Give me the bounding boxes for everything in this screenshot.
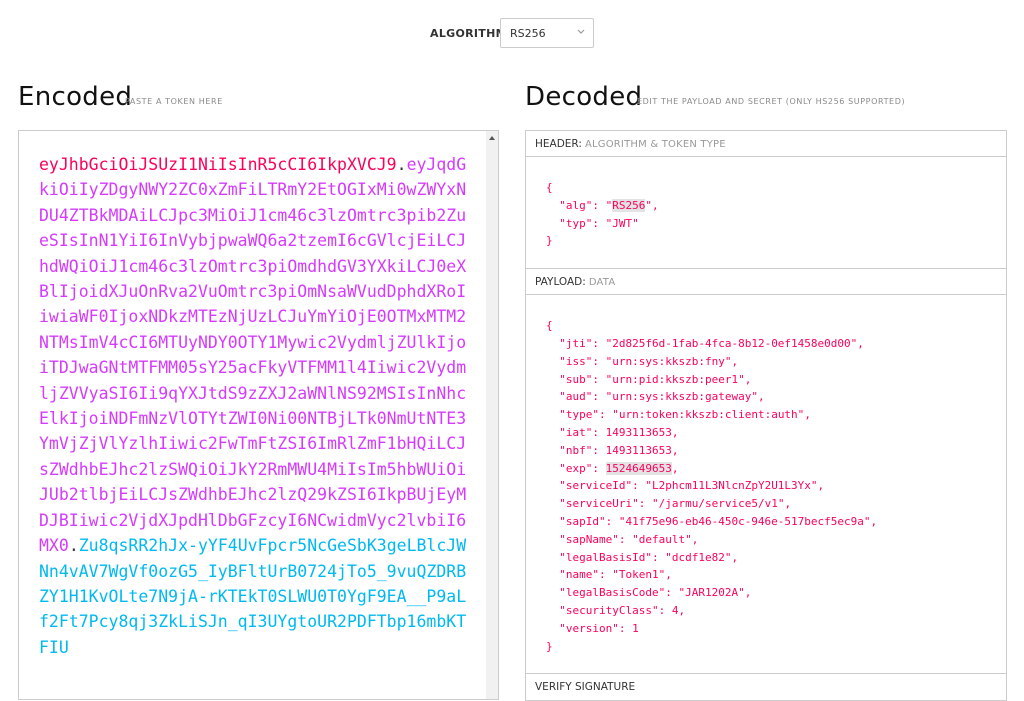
json-line: "securityClass": 4,	[559, 603, 686, 617]
json-line: "type": "urn:token:kkszb:client:auth",	[559, 408, 811, 422]
encoded-token-editor[interactable]: eyJhbGciOiJSUzI1NiIsInR5cCI6IkpXVCJ9.eyJ…	[18, 130, 499, 700]
encoded-token-text[interactable]: eyJhbGciOiJSUzI1NiIsInR5cCI6IkpXVCJ9.eyJ…	[39, 152, 467, 660]
json-open-brace: {	[546, 181, 553, 194]
json-line: "sub": "urn:pid:kkszb:peer1",	[559, 372, 752, 386]
json-line: "exp": 1524649653,	[559, 461, 679, 475]
verify-section-title: VERIFY SIGNATURE	[526, 674, 1006, 700]
json-line: "legalBasisCode": "JAR1202A",	[559, 586, 752, 600]
algorithm-selected-value: RS256	[510, 27, 546, 40]
payload-section-title: PAYLOAD: DATA	[526, 269, 1006, 296]
encoded-subtitle: PASTE A TOKEN HERE	[125, 97, 223, 106]
json-line: "nbf": 1493113653,	[559, 443, 679, 457]
json-line: "sapId": "41f75e96-eb46-450c-946e-517bec…	[559, 514, 878, 528]
chevron-down-icon	[577, 29, 585, 34]
verify-label: VERIFY SIGNATURE	[535, 681, 636, 694]
json-line-typ: "typ": "JWT"	[559, 216, 639, 230]
decoded-title: Decoded	[525, 82, 643, 112]
algorithm-select[interactable]: RS256	[500, 18, 594, 48]
payload-sublabel: DATA	[588, 277, 616, 289]
alg-value-highlight: RS256	[612, 198, 646, 212]
editor-scrollbar[interactable]	[486, 131, 498, 699]
token-header-part: eyJhbGciOiJSUzI1NiIsInR5cCI6IkpXVCJ9	[39, 155, 397, 174]
decoded-subtitle: EDIT THE PAYLOAD AND SECRET (ONLY HS256 …	[637, 97, 906, 106]
header-section-title: HEADER: ALGORITHM & TOKEN TYPE	[526, 131, 1006, 157]
json-close-brace: }	[546, 234, 553, 248]
json-line: "sapName": "default",	[559, 532, 699, 546]
payload-label: PAYLOAD:	[535, 276, 586, 289]
token-signature-part: Zu8qsRR2hJx-yYF4UvFpcr5NcGeSbK3geLBlcJWN…	[39, 536, 467, 657]
json-line: "legalBasisId": "dcdf1e82",	[559, 550, 739, 564]
decoded-panel: HEADER: ALGORITHM & TOKEN TYPE { "alg": "…	[525, 130, 1007, 701]
payload-lines: "jti": "2d825f6d-1fab-4fca-8b12-0ef1458e…	[546, 335, 1006, 638]
header-sublabel: ALGORITHM & TOKEN TYPE	[584, 139, 726, 150]
json-line: "serviceId": "L2phcm11L3NlcnZpY2U1L3Yx",	[559, 479, 825, 493]
token-dot-separator: .	[396, 155, 407, 174]
json-open-brace: {	[546, 319, 553, 333]
payload-json-editor[interactable]: { "jti": "2d825f6d-1fab-4fca-8b12-0ef145…	[526, 295, 1006, 675]
json-line: "iat": 1493113653,	[559, 425, 679, 439]
algorithm-label: ALGORITHM	[430, 27, 507, 40]
json-line-alg: "alg": "RS256",	[559, 198, 659, 212]
header-json-editor[interactable]: { "alg": "RS256", "typ": "JWT" }	[526, 157, 1006, 270]
json-line: "jti": "2d825f6d-1fab-4fca-8b12-0ef1458e…	[559, 336, 864, 350]
token-payload-part: eyJqdGkiOiIyZDgyNWY2ZC0xZmFiLTRmY2EtOGIx…	[39, 155, 467, 556]
header-label: HEADER:	[535, 138, 582, 150]
exp-value-highlight: 1524649653	[605, 461, 672, 475]
scroll-up-arrow-icon[interactable]	[488, 134, 496, 142]
encoded-title: Encoded	[18, 82, 133, 112]
algorithm-bar: ALGORITHM RS256	[0, 18, 1024, 50]
json-line: "name": "Token1",	[559, 568, 672, 582]
json-line: "version": 1	[559, 621, 639, 635]
json-line: "iss": "urn:sys:kkszb:fny",	[559, 354, 739, 368]
json-line: "serviceUri": "/jarmu/service5/v1",	[559, 497, 792, 511]
json-line: "aud": "urn:sys:kkszb:gateway",	[559, 390, 765, 404]
token-dot-separator: .	[68, 536, 79, 556]
json-close-brace: }	[546, 639, 553, 653]
